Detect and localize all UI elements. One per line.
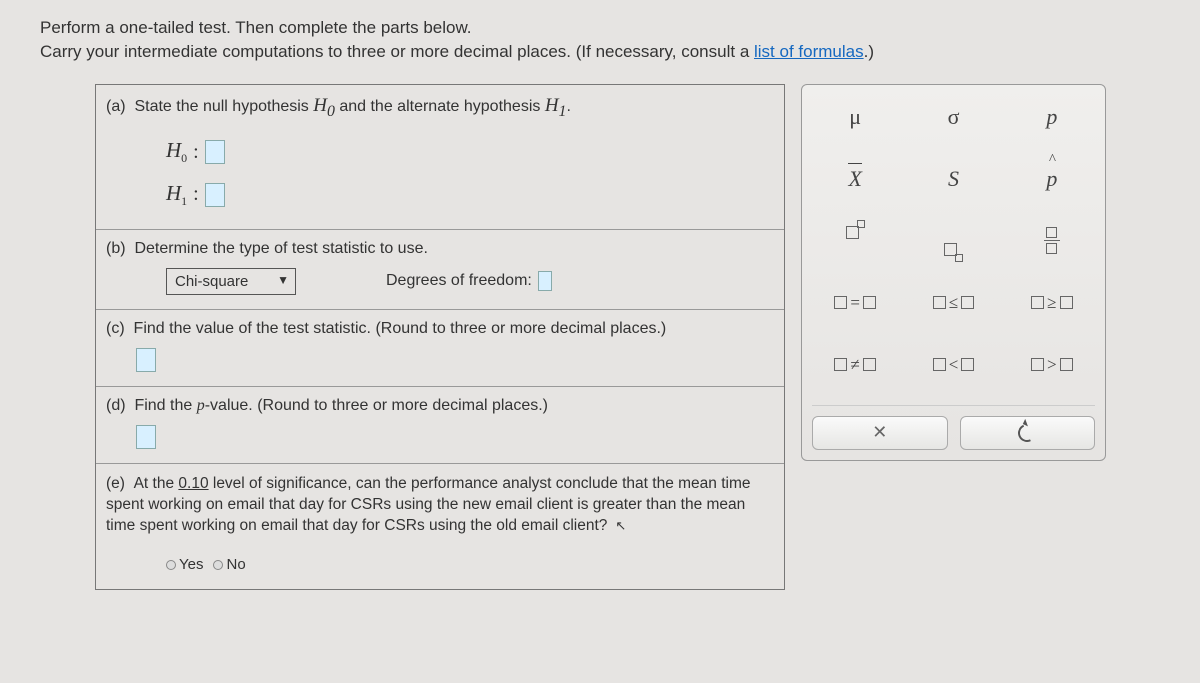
part-d-pre: Find the — [134, 397, 196, 414]
test-stat-input[interactable] — [136, 348, 156, 372]
part-a-text-mid: and the alternate hypothesis — [335, 98, 545, 115]
undo-icon — [1016, 421, 1039, 444]
sym-fraction[interactable] — [1009, 219, 1095, 263]
instruction-line2-pre: Carry your intermediate computations to … — [40, 42, 754, 61]
sym-gt[interactable]: > — [1009, 343, 1095, 387]
radio-no[interactable]: No — [213, 555, 245, 575]
section-e: (e) At the 0.10 level of significance, c… — [96, 464, 784, 589]
clear-button[interactable]: ✕ — [812, 416, 948, 450]
degrees-label: Degrees of freedom: — [386, 272, 532, 290]
part-a-text-post: . — [566, 98, 570, 115]
close-icon: ✕ — [872, 422, 887, 443]
xbar-label: X — [848, 166, 861, 192]
yes-label: Yes — [179, 555, 203, 575]
h1-sym: H — [545, 95, 559, 116]
test-statistic-select[interactable]: Chi-square — [166, 268, 296, 295]
problem-container: (a) State the null hypothesis H0 and the… — [95, 84, 785, 590]
h0-sym: H — [313, 95, 327, 116]
undo-button[interactable] — [960, 416, 1096, 450]
section-a: (a) State the null hypothesis H0 and the… — [96, 85, 784, 230]
part-b-text: Determine the type of test statistic to … — [134, 240, 427, 257]
instruction-line1: Perform a one-tailed test. Then complete… — [40, 18, 472, 37]
radio-yes[interactable]: Yes — [166, 555, 203, 575]
part-d-label: (d) — [106, 397, 126, 414]
sym-lt[interactable]: < — [910, 343, 996, 387]
sym-xbar[interactable]: X — [812, 157, 898, 201]
section-d: (d) Find the p-value. (Round to three or… — [96, 387, 784, 464]
h0-sub: 0 — [327, 102, 335, 119]
lt-label: < — [949, 355, 959, 375]
cursor-icon: ↖ — [612, 518, 627, 533]
section-c: (c) Find the value of the test statistic… — [96, 310, 784, 387]
sym-sigma[interactable]: σ — [910, 95, 996, 139]
gt-label: > — [1047, 355, 1057, 375]
part-c-label: (c) — [106, 320, 125, 337]
sym-ne[interactable]: ≠ — [812, 343, 898, 387]
sym-subscript[interactable] — [910, 219, 996, 263]
part-e-label: (e) — [106, 475, 125, 492]
formulas-link[interactable]: list of formulas — [754, 42, 864, 61]
part-c-text: Find the value of the test statistic. (R… — [134, 320, 667, 337]
symbol-palette: μ σ p X S p = ≤ ≥ ≠ < > ✕ — [801, 84, 1106, 461]
h1-input[interactable] — [205, 183, 225, 207]
part-a-text-pre: State the null hypothesis — [134, 98, 313, 115]
section-b: (b) Determine the type of test statistic… — [96, 230, 784, 310]
part-a-label: (a) — [106, 98, 126, 115]
sym-p[interactable]: p — [1009, 95, 1095, 139]
pvalue-input[interactable] — [136, 425, 156, 449]
sym-phat[interactable]: p — [1009, 157, 1095, 201]
sym-le[interactable]: ≤ — [910, 281, 996, 325]
sym-mu[interactable]: μ — [812, 95, 898, 139]
h0-input[interactable] — [205, 140, 225, 164]
sym-s[interactable]: S — [910, 157, 996, 201]
sig-level: 0.10 — [178, 475, 208, 492]
no-label: No — [226, 555, 245, 575]
instruction-line2-post: .) — [864, 42, 874, 61]
sym-superscript[interactable] — [812, 219, 898, 263]
part-e-pre: At the — [134, 475, 179, 492]
ge-label: ≥ — [1047, 293, 1056, 313]
part-b-label: (b) — [106, 240, 126, 257]
eq-label: = — [850, 293, 860, 313]
ne-label: ≠ — [850, 355, 859, 375]
sym-ge[interactable]: ≥ — [1009, 281, 1095, 325]
degrees-input[interactable] — [538, 271, 552, 291]
le-label: ≤ — [949, 293, 958, 313]
part-d-post: -value. (Round to three or more decimal … — [205, 397, 548, 414]
sym-eq[interactable]: = — [812, 281, 898, 325]
p-sym: p — [197, 397, 205, 414]
